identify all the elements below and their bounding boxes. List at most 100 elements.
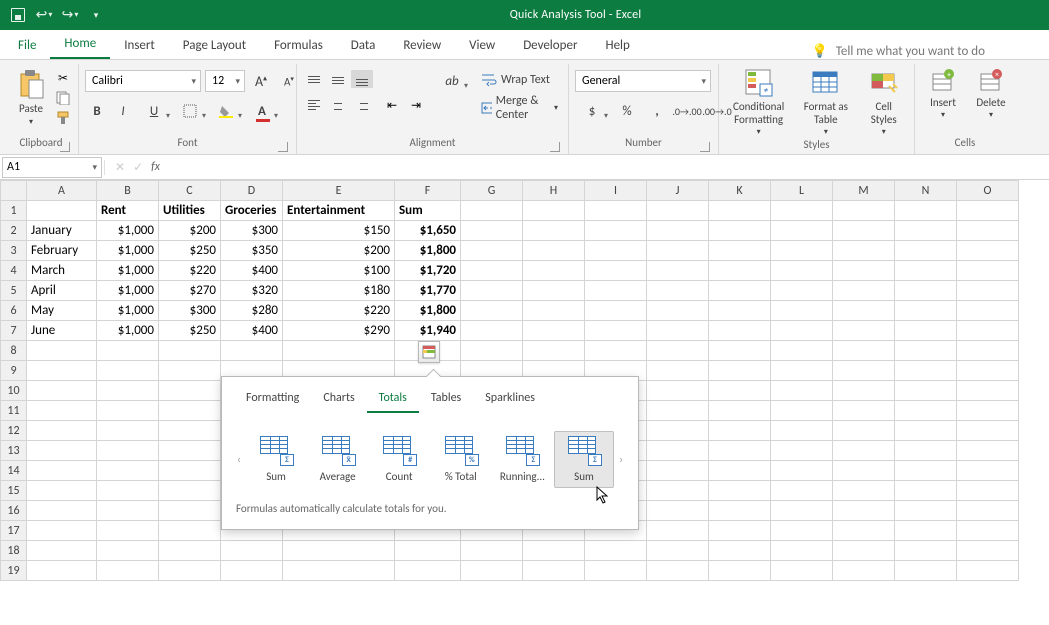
cell[interactable] xyxy=(771,261,833,281)
cell[interactable] xyxy=(461,321,523,341)
fx-button[interactable]: fx xyxy=(151,160,160,174)
cell[interactable] xyxy=(585,541,647,561)
cell[interactable] xyxy=(159,481,221,501)
alignment-dialog-launcher[interactable] xyxy=(550,142,560,152)
save-button[interactable] xyxy=(6,4,30,26)
tab-review[interactable]: Review xyxy=(389,32,455,59)
cell[interactable] xyxy=(159,401,221,421)
column-header[interactable]: H xyxy=(523,181,585,201)
cell[interactable] xyxy=(957,241,1019,261)
cell[interactable] xyxy=(647,461,709,481)
cell[interactable]: January xyxy=(27,221,97,241)
cell[interactable] xyxy=(833,281,895,301)
cell[interactable]: $250 xyxy=(159,321,221,341)
qa-tab-charts[interactable]: Charts xyxy=(311,387,366,413)
column-header[interactable]: J xyxy=(647,181,709,201)
cell[interactable] xyxy=(27,481,97,501)
italic-button[interactable]: I xyxy=(111,100,135,122)
column-header[interactable]: E xyxy=(283,181,395,201)
cell[interactable] xyxy=(709,561,771,581)
cell[interactable] xyxy=(283,561,395,581)
cell[interactable] xyxy=(97,461,159,481)
cell[interactable] xyxy=(159,561,221,581)
cell[interactable] xyxy=(895,441,957,461)
number-dialog-launcher[interactable] xyxy=(700,142,710,152)
cell[interactable] xyxy=(833,341,895,361)
cell[interactable] xyxy=(833,381,895,401)
qa-tab-totals[interactable]: Totals xyxy=(367,387,419,413)
cell[interactable] xyxy=(895,321,957,341)
cell[interactable]: $1,940 xyxy=(395,321,461,341)
align-left-button[interactable] xyxy=(303,96,325,114)
cell[interactable] xyxy=(957,501,1019,521)
cell[interactable] xyxy=(647,361,709,381)
cell[interactable] xyxy=(27,381,97,401)
cell[interactable]: March xyxy=(27,261,97,281)
qa-tab-sparklines[interactable]: Sparklines xyxy=(473,387,547,413)
row-header[interactable]: 13 xyxy=(1,441,27,461)
cell[interactable] xyxy=(833,321,895,341)
cell[interactable] xyxy=(585,201,647,221)
cell[interactable] xyxy=(833,401,895,421)
cell[interactable] xyxy=(833,461,895,481)
cell[interactable]: Sum xyxy=(395,201,461,221)
cell[interactable] xyxy=(27,501,97,521)
cell[interactable] xyxy=(833,481,895,501)
cell[interactable] xyxy=(585,341,647,361)
clipboard-dialog-launcher[interactable] xyxy=(60,142,70,152)
cell[interactable] xyxy=(159,441,221,461)
row-header[interactable]: 12 xyxy=(1,421,27,441)
cell[interactable]: Utilities xyxy=(159,201,221,221)
worksheet-grid[interactable]: ABCDEFGHIJKLMNO1RentUtilitiesGroceriesEn… xyxy=(0,180,1049,625)
cell[interactable] xyxy=(27,441,97,461)
cell[interactable] xyxy=(709,321,771,341)
cell[interactable] xyxy=(97,561,159,581)
row-header[interactable]: 5 xyxy=(1,281,27,301)
cell[interactable] xyxy=(461,261,523,281)
cell[interactable] xyxy=(647,441,709,461)
cell[interactable] xyxy=(647,481,709,501)
cell[interactable] xyxy=(895,261,957,281)
tab-developer[interactable]: Developer xyxy=(509,32,591,59)
merge-center-button[interactable]: Merge & Center▾ xyxy=(477,98,562,118)
qa-item-average[interactable]: x̄Average xyxy=(308,431,368,488)
tab-page-layout[interactable]: Page Layout xyxy=(169,32,260,59)
cell[interactable] xyxy=(647,381,709,401)
row-header[interactable]: 9 xyxy=(1,361,27,381)
cell[interactable]: $200 xyxy=(159,221,221,241)
cell[interactable]: February xyxy=(27,241,97,261)
font-color-button[interactable]: A▾ xyxy=(245,100,279,122)
cell[interactable]: $1,000 xyxy=(97,241,159,261)
cell[interactable] xyxy=(97,521,159,541)
cell[interactable] xyxy=(957,361,1019,381)
number-format-combo[interactable]: General▾ xyxy=(575,70,711,92)
cell[interactable] xyxy=(647,261,709,281)
cell[interactable] xyxy=(957,301,1019,321)
cell[interactable] xyxy=(97,441,159,461)
column-header[interactable]: F xyxy=(395,181,461,201)
cell[interactable] xyxy=(895,301,957,321)
fill-color-button[interactable]: ▾ xyxy=(209,100,243,122)
cell[interactable] xyxy=(585,221,647,241)
accounting-format-button[interactable]: $▾ xyxy=(575,100,609,122)
cell[interactable] xyxy=(957,541,1019,561)
qa-tab-tables[interactable]: Tables xyxy=(419,387,473,413)
cell[interactable] xyxy=(27,201,97,221)
cell[interactable] xyxy=(771,281,833,301)
cell[interactable] xyxy=(771,421,833,441)
row-header[interactable]: 15 xyxy=(1,481,27,501)
cell[interactable] xyxy=(709,221,771,241)
cell[interactable]: May xyxy=(27,301,97,321)
column-header[interactable]: A xyxy=(27,181,97,201)
column-header[interactable]: G xyxy=(461,181,523,201)
cell[interactable] xyxy=(833,261,895,281)
cell[interactable] xyxy=(461,541,523,561)
cell[interactable] xyxy=(833,361,895,381)
cell[interactable]: $1,800 xyxy=(395,241,461,261)
column-header[interactable]: O xyxy=(957,181,1019,201)
cell[interactable] xyxy=(585,301,647,321)
cell[interactable] xyxy=(957,481,1019,501)
cell[interactable] xyxy=(833,561,895,581)
format-painter-button[interactable] xyxy=(54,110,72,126)
cell[interactable] xyxy=(771,381,833,401)
